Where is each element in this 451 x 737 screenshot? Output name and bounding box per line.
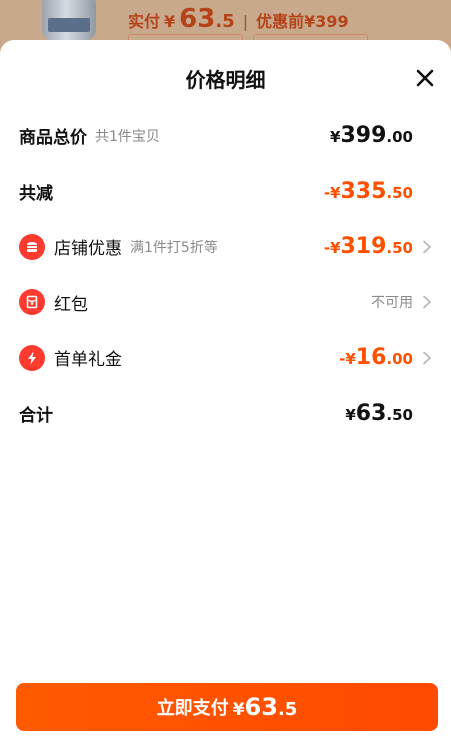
chevron-right-icon	[421, 240, 433, 254]
currency-symbol: -¥	[323, 239, 341, 258]
amount-int: 399	[340, 123, 387, 149]
store-icon	[19, 233, 45, 260]
row-store-discount[interactable]: 店铺优惠 满1件打5折等 -¥ 319 .50	[0, 219, 451, 275]
row-sum: 合计 ¥ 63 .50	[0, 386, 451, 442]
row-store-discount-label: 店铺优惠	[54, 239, 122, 260]
row-first-order-amount: -¥ 16 .00	[339, 345, 413, 370]
row-first-order-label: 首单礼金	[54, 350, 122, 371]
price-rows: 商品总价 共1件宝贝 ¥ 399 .00 共减 -¥ 335 .50 店铺优惠 …	[0, 108, 451, 441]
row-reduced: 共减 -¥ 335 .50	[0, 164, 451, 220]
red-packet-icon	[19, 289, 45, 316]
row-total: 商品总价 共1件宝贝 ¥ 399 .00	[0, 108, 451, 164]
chevron-right-icon	[421, 351, 433, 365]
amount-int: 319	[340, 234, 387, 260]
amount-dec: .50	[386, 405, 413, 424]
row-store-discount-sub: 满1件打5折等	[130, 239, 218, 256]
row-red-packet[interactable]: 红包 不可用	[0, 275, 451, 331]
background-original-price: ¥399	[304, 12, 349, 31]
pay-now-amount: ¥ 63 .5	[229, 693, 298, 721]
background-currency: ¥	[164, 12, 176, 31]
row-store-discount-amount: -¥ 319 .50	[324, 234, 413, 259]
row-sum-label: 合计	[19, 405, 53, 426]
background-price-dec: .5	[215, 11, 235, 32]
background-price: 实付 ¥ 63 .5 | 优惠前 ¥399	[128, 4, 349, 34]
row-total-label: 商品总价	[19, 128, 87, 149]
chevron-right-icon	[421, 295, 433, 309]
row-sum-amount: ¥ 63 .50	[345, 401, 413, 426]
amount-dec: .00	[386, 350, 413, 369]
row-total-amount: ¥ 399 .00	[330, 123, 413, 148]
amount-dec: .50	[386, 183, 413, 202]
row-reduced-amount: -¥ 335 .50	[324, 179, 413, 204]
pay-now-label: 立即支付	[156, 698, 229, 719]
close-button[interactable]	[413, 66, 437, 90]
row-red-packet-value: 不可用	[371, 295, 413, 312]
amount-int: 335	[340, 178, 387, 204]
currency-symbol: ¥	[232, 700, 245, 720]
pay-now-button[interactable]: 立即支付 ¥ 63 .5	[16, 683, 438, 731]
amount-dec: .00	[386, 128, 413, 147]
background-separator: |	[242, 12, 249, 31]
background-original-label: 优惠前	[256, 12, 305, 31]
price-detail-sheet: 价格明细 商品总价 共1件宝贝 ¥ 399 .00 共减 -¥ 335 .50 …	[0, 40, 451, 737]
amount-dec: .50	[386, 239, 413, 258]
amount-int: 63	[244, 693, 278, 721]
currency-symbol: -¥	[339, 350, 356, 369]
amount-int: 16	[355, 345, 387, 371]
amount-int: 63	[355, 400, 387, 426]
product-image-label	[48, 18, 90, 32]
background-price-int: 63	[179, 4, 216, 34]
row-red-packet-label: 红包	[54, 294, 88, 315]
currency-symbol: ¥	[330, 128, 341, 147]
row-total-sub: 共1件宝贝	[95, 128, 160, 145]
close-icon	[416, 69, 434, 87]
background-price-label: 实付	[128, 12, 161, 31]
currency-symbol: -¥	[323, 183, 341, 202]
amount-dec: .5	[277, 699, 298, 720]
currency-symbol: ¥	[345, 405, 356, 424]
sheet-title: 价格明细	[185, 68, 266, 92]
row-first-order[interactable]: 首单礼金 -¥ 16 .00	[0, 330, 451, 386]
lightning-icon	[19, 344, 45, 371]
row-reduced-label: 共减	[19, 183, 53, 204]
